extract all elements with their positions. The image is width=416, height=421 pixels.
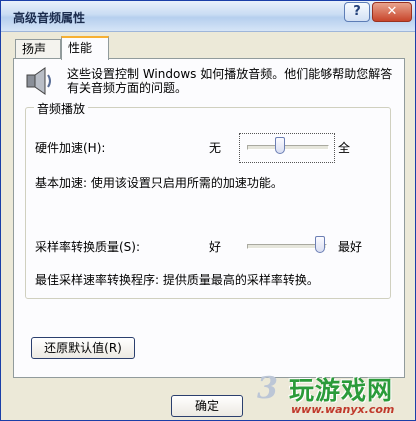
title-bar[interactable]: 高级音频属性 ? ✕ (1, 1, 415, 32)
sample-rate-thumb[interactable] (315, 236, 325, 253)
hw-accel-thumb[interactable] (275, 137, 285, 154)
sample-rate-max-label: 最好 (338, 240, 363, 254)
hw-accel-min-label: 无 (209, 141, 222, 155)
sample-rate-min-label: 好 (209, 240, 222, 254)
watermark-number: 3 (257, 371, 278, 406)
window-title: 高级音频属性 (13, 11, 86, 25)
hw-accel-track (247, 145, 329, 150)
speaker-icon (26, 67, 51, 95)
ok-button[interactable]: 确定 (171, 395, 243, 417)
tab-performance[interactable]: 性能 (61, 36, 109, 60)
hw-accel-max-label: 全 (338, 141, 351, 155)
sample-rate-status: 最佳采样速率转换程序: 提供质量最高的采样率转换。 (35, 273, 319, 287)
sample-rate-label: 采样率转换质量(S): (35, 240, 141, 254)
description-text: 这些设置控制 Windows 如何播放音频。他们能够帮助您解答有关音频方面的问题… (67, 67, 393, 95)
hw-accel-label: 硬件加速(H): (35, 141, 106, 155)
watermark-logo-text: 玩游戏网 (289, 376, 394, 405)
hw-accel-status: 基本加速: 使用该设置只启用所需的加速功能。 (35, 176, 283, 190)
restore-defaults-button[interactable]: 还原默认值(R) (31, 337, 135, 359)
hw-accel-slider[interactable] (247, 137, 329, 154)
group-title: 音频播放 (34, 100, 89, 117)
sample-rate-slider[interactable] (247, 236, 327, 253)
advanced-audio-properties-window: 高级音频属性 ? ✕ 扬声器 性能 这些设置控制 Windows 如何播放音频。… (0, 0, 416, 421)
close-button[interactable]: ✕ (372, 2, 412, 22)
help-button[interactable]: ? (344, 2, 370, 22)
watermark-url: www.wanyx.com (291, 403, 395, 416)
tab-speakers[interactable]: 扬声器 (15, 39, 61, 74)
